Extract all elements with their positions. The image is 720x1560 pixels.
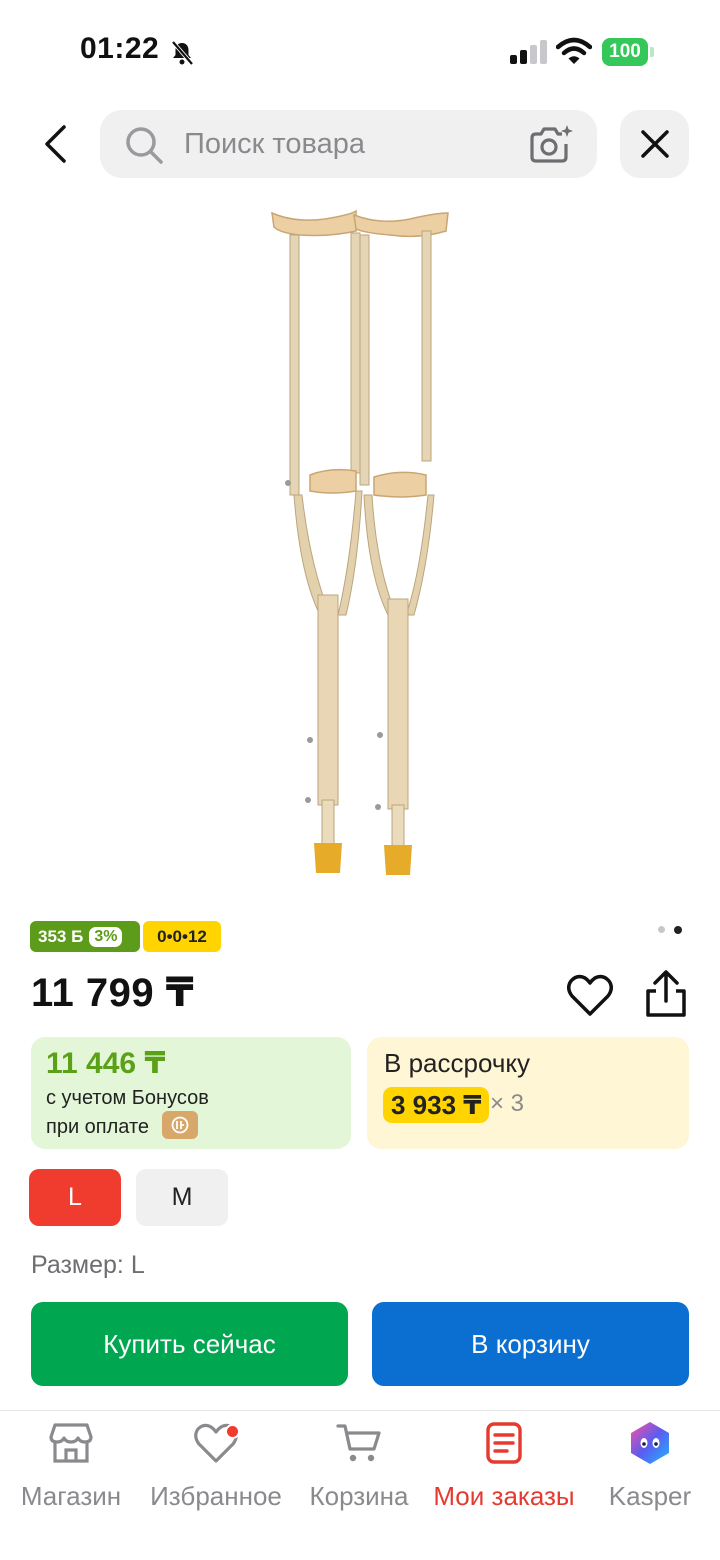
orders-icon: [486, 1422, 522, 1464]
tab-orders-label: Мои заказы: [433, 1481, 575, 1511]
close-icon: [640, 130, 669, 158]
tab-store-label: Магазин: [20, 1481, 122, 1511]
wallet-icon: [162, 1111, 198, 1139]
store-icon: [49, 1423, 93, 1463]
favorite-button[interactable]: [566, 972, 614, 1018]
tab-favorites[interactable]: Избранное: [142, 1411, 290, 1521]
gallery-dot[interactable]: [658, 926, 665, 933]
signal-icon: [510, 40, 547, 64]
bonus-price: 11 446 ₸: [46, 1047, 166, 1080]
tab-store[interactable]: Магазин: [0, 1411, 142, 1521]
gallery-dot-active[interactable]: [674, 926, 682, 934]
camera-search-icon[interactable]: [528, 124, 574, 164]
size-option-l[interactable]: L: [29, 1169, 121, 1226]
installment-badge: 0•0•12: [143, 921, 221, 952]
tab-kasper-label: Kasper: [608, 1481, 692, 1511]
installment-multiplier: × 3: [490, 1090, 525, 1117]
bonus-badge: 353 Б 3%: [30, 921, 140, 952]
cart-icon: [336, 1424, 381, 1462]
close-button[interactable]: [620, 110, 689, 178]
selected-size-label: Размер: L: [31, 1251, 145, 1279]
buy-now-button[interactable]: Купить сейчас: [31, 1302, 348, 1386]
tab-cart[interactable]: Корзина: [290, 1411, 428, 1521]
bell-muted-icon: [171, 40, 194, 66]
tab-favorites-label: Избранное: [150, 1481, 282, 1511]
installment-card[interactable]: В рассрочку 3 933 ₸ × 3: [367, 1037, 689, 1149]
bonus-price-card[interactable]: 11 446 ₸ с учетом Бонусов при оплате: [31, 1037, 351, 1149]
bonus-caption: с учетом Бонусов: [46, 1087, 209, 1109]
add-to-cart-button[interactable]: В корзину: [372, 1302, 689, 1386]
product-price: 11 799 ₸: [31, 971, 195, 1015]
heart-icon: [193, 1421, 240, 1465]
product-image[interactable]: [250, 195, 470, 905]
size-option-m[interactable]: M: [136, 1169, 228, 1226]
bottom-tab-bar: Магазин Избранное Корзина Мои заказы Kas…: [0, 1410, 720, 1560]
bonus-amount: 353 Б: [38, 926, 84, 946]
share-button[interactable]: [642, 969, 690, 1019]
search-input[interactable]: [184, 128, 514, 160]
tab-kasper[interactable]: Kasper: [580, 1411, 720, 1521]
battery-indicator: 100: [602, 38, 654, 66]
wifi-icon: [556, 37, 592, 64]
back-button[interactable]: [30, 116, 80, 172]
notification-dot: [225, 1424, 240, 1439]
chevron-left-icon: [45, 125, 66, 163]
kasper-icon: [631, 1422, 669, 1464]
search-icon: [126, 127, 163, 164]
search-bar[interactable]: [100, 110, 597, 178]
tab-cart-label: Корзина: [309, 1481, 409, 1511]
installment-title: В рассрочку: [384, 1048, 531, 1078]
installment-amount: 3 933 ₸: [383, 1087, 490, 1123]
bonus-percent: 3%: [89, 926, 123, 947]
tab-orders[interactable]: Мои заказы: [428, 1411, 580, 1521]
bonus-caption-2: при оплате: [46, 1116, 150, 1138]
status-time: 01:22: [80, 32, 160, 65]
